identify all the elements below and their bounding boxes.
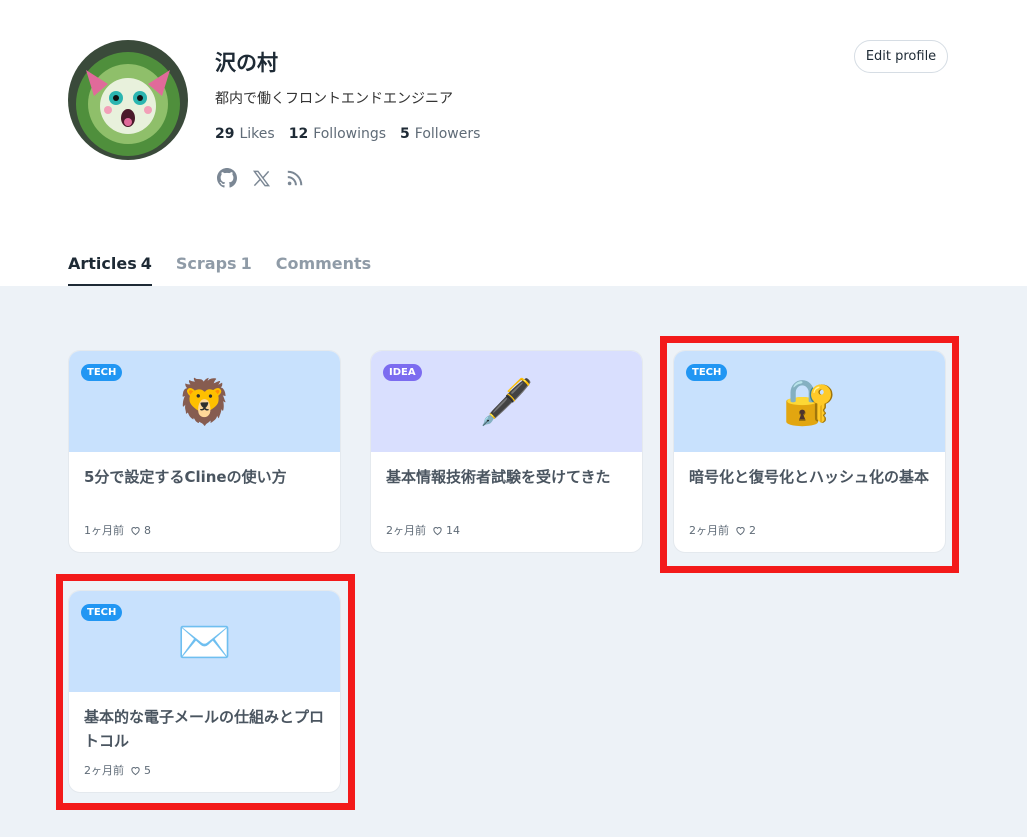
- stat-likes[interactable]: 29 Likes: [215, 126, 275, 142]
- fountain-pen-emoji-icon: 🖋️: [479, 376, 534, 428]
- stat-followers[interactable]: 5 Followers: [400, 126, 480, 142]
- heart-icon: [433, 526, 442, 535]
- article-list: TECH 🦁 5分で設定するClineの使い方 1ヶ月前 8 IDEA 🖋️ 基…: [0, 286, 1027, 837]
- stat-followings[interactable]: 12 Followings: [289, 126, 386, 142]
- like-number: 8: [144, 523, 151, 537]
- stat-count: 5: [400, 126, 410, 142]
- highlight-box: [56, 574, 355, 810]
- stat-label: Likes: [239, 126, 275, 142]
- github-icon[interactable]: [216, 167, 238, 189]
- social-links: [216, 167, 306, 189]
- stat-label: Followings: [313, 126, 387, 142]
- article-title: 基本情報技術者試験を受けてきた: [386, 468, 611, 486]
- lion-emoji-icon: 🦁: [177, 376, 232, 428]
- avatar[interactable]: [68, 40, 188, 160]
- heart-icon: [131, 526, 140, 535]
- tab-count: 4: [140, 254, 152, 273]
- profile-header: 沢の村 都内で働くフロントエンドエンジニア 29 Likes 12 Followin…: [0, 0, 1027, 286]
- tab-count: 1: [240, 254, 252, 273]
- tab-articles[interactable]: Articles 4: [68, 252, 152, 286]
- stat-label: Followers: [414, 126, 481, 142]
- article-title: 5分で設定するClineの使い方: [84, 468, 287, 486]
- profile-stats: 29 Likes 12 Followings 5 Followers: [215, 126, 480, 142]
- article-card[interactable]: TECH 🦁 5分で設定するClineの使い方 1ヶ月前 8: [68, 350, 341, 553]
- tab-label: Articles: [68, 254, 137, 273]
- x-icon[interactable]: [250, 167, 272, 189]
- article-date: 2ヶ月前: [386, 524, 426, 537]
- like-count[interactable]: 8: [130, 524, 151, 537]
- highlight-box: [660, 336, 959, 573]
- tag-badge: IDEA: [383, 364, 422, 381]
- profile-name: 沢の村: [215, 51, 278, 75]
- stat-count: 29: [215, 126, 235, 142]
- rss-icon[interactable]: [284, 167, 306, 189]
- stat-count: 12: [288, 126, 309, 142]
- tab-scraps[interactable]: Scraps 1: [176, 252, 252, 286]
- edit-profile-button[interactable]: Edit profile: [854, 40, 948, 73]
- article-meta: 2ヶ月前 14: [386, 522, 460, 538]
- article-thumbnail: IDEA 🖋️: [371, 351, 642, 452]
- tab-label: Scraps: [175, 254, 237, 273]
- article-card[interactable]: IDEA 🖋️ 基本情報技術者試験を受けてきた 2ヶ月前 14: [370, 350, 643, 553]
- profile-bio: 都内で働くフロントエンドエンジニア: [215, 91, 453, 107]
- tag-badge: TECH: [81, 364, 123, 381]
- tab-comments[interactable]: Comments: [276, 252, 372, 286]
- article-date: 1ヶ月前: [84, 524, 124, 537]
- tab-label: Comments: [275, 254, 372, 273]
- like-count[interactable]: 14: [432, 524, 460, 537]
- like-number: 14: [446, 523, 460, 537]
- article-meta: 1ヶ月前 8: [84, 522, 151, 538]
- profile-tabs: Articles 4 Scraps 1 Comments: [68, 252, 371, 286]
- article-thumbnail: TECH 🦁: [69, 351, 340, 452]
